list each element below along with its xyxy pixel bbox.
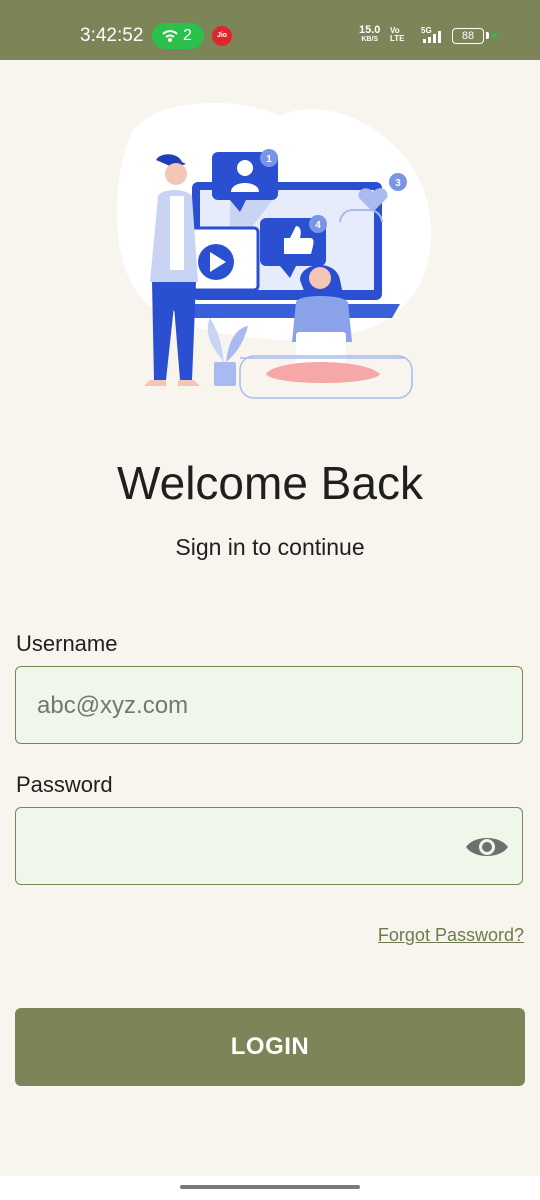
username-label: Username xyxy=(16,631,118,656)
jio-logo-icon: Jio xyxy=(212,26,232,46)
eye-icon[interactable] xyxy=(464,833,510,861)
home-gesture-handle[interactable] xyxy=(180,1185,360,1189)
page-subtitle: Sign in to continue xyxy=(175,534,365,560)
battery-icon: 88 xyxy=(452,28,484,44)
hotspot-icon xyxy=(162,30,178,42)
status-bar: 3:42:52 2 Jio 15.0 KB/S Vo LTE 5G 88 xyxy=(0,0,540,60)
username-field-container xyxy=(15,666,523,744)
clock: 3:42:52 xyxy=(80,25,144,46)
battery-tip xyxy=(486,32,489,39)
hotspot-indicator: 2 xyxy=(152,23,204,49)
forgot-password-link[interactable]: Forgot Password? xyxy=(378,925,524,946)
badge-heart: 3 xyxy=(395,178,401,189)
network-speed: 15.0 KB/S xyxy=(359,24,381,44)
password-input[interactable] xyxy=(35,808,459,885)
badge-profile: 1 xyxy=(266,154,272,165)
privacy-dot-icon xyxy=(492,33,497,38)
hotspot-count: 2 xyxy=(183,27,192,44)
password-field-container xyxy=(15,807,523,885)
user-icon xyxy=(237,160,253,176)
page-title: Welcome Back xyxy=(117,457,423,509)
login-button[interactable]: LOGIN xyxy=(15,1008,525,1086)
speed-unit: KB/S xyxy=(361,36,379,43)
badge-like: 4 xyxy=(315,220,321,231)
volte-bottom: LTE xyxy=(390,34,405,43)
network-type: 5G xyxy=(421,26,432,35)
hero-illustration: 1 4 3 xyxy=(116,102,432,399)
signal-icon: 5G xyxy=(421,26,441,43)
volte-indicator: Vo LTE xyxy=(390,27,405,43)
password-label: Password xyxy=(16,772,113,797)
speed-value: 15.0 xyxy=(359,24,381,36)
username-input[interactable] xyxy=(35,667,459,744)
